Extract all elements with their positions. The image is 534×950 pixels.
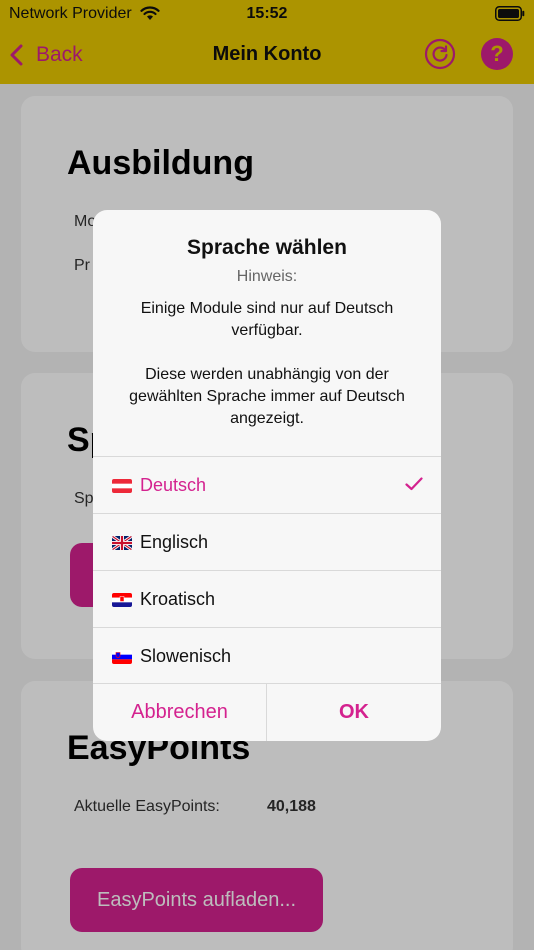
dialog-title: Sprache wählen <box>187 236 347 259</box>
language-option-slowenisch[interactable]: Slowenisch <box>93 628 441 684</box>
language-option-label: Englisch <box>140 532 209 552</box>
uk-flag-icon <box>112 536 132 550</box>
language-option-label: Slowenisch <box>140 646 232 666</box>
slovenia-flag-icon <box>112 650 132 664</box>
language-option-label: Deutsch <box>140 475 207 495</box>
ok-button[interactable]: OK <box>267 683 441 741</box>
croatia-flag-icon <box>112 593 132 607</box>
dialog-subtitle: Hinweis: <box>236 268 298 285</box>
language-dialog: Sprache wählen Hinweis: Einige Module si… <box>93 210 441 741</box>
language-option-deutsch[interactable]: Deutsch <box>93 457 441 513</box>
cancel-button[interactable]: Abbrechen <box>93 683 266 741</box>
language-option-label: Kroatisch <box>140 589 216 609</box>
dialog-message-line: Einige Module sind nur auf Deutsch verfü… <box>140 300 394 339</box>
dialog-message: Einige Module sind nur auf Deutsch verfü… <box>111 298 423 430</box>
dialog-message-line: Diese werden unabhängig von der gewählte… <box>129 366 405 427</box>
austria-flag-icon <box>112 479 132 493</box>
language-option-kroatisch[interactable]: Kroatisch <box>93 571 441 627</box>
language-option-englisch[interactable]: Englisch <box>93 514 441 570</box>
dialog-button-row: Abbrechen OK <box>93 683 441 741</box>
checkmark-icon <box>405 477 423 491</box>
